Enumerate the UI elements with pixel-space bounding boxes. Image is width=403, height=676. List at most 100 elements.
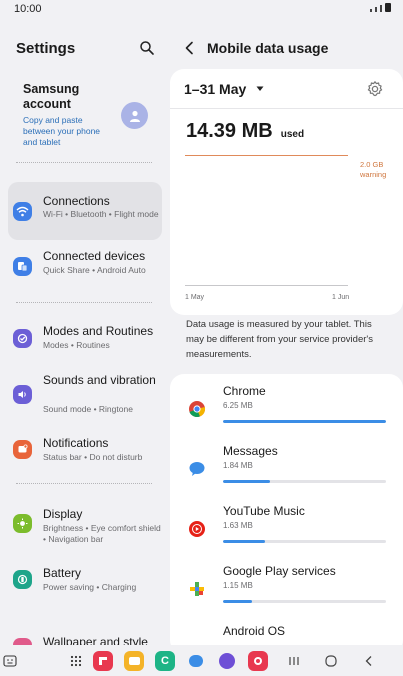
notification-icon <box>13 440 32 459</box>
flipboard-icon[interactable] <box>93 651 113 671</box>
sidebar-item-connected-devices[interactable]: Connected devices Quick Share • Android … <box>8 240 162 298</box>
sidebar-item-modes-routines[interactable]: Modes and Routines Modes • Routines <box>8 314 162 372</box>
app-usage-row[interactable]: YouTube Music 1.63 MB <box>186 504 391 562</box>
sidebar-item-subtitle: Wi-Fi • Bluetooth • Flight mode <box>43 209 159 219</box>
sidebar-item-notifications[interactable]: Notifications Status bar • Do not distur… <box>8 430 162 488</box>
person-icon <box>129 110 140 122</box>
usage-chart-axis <box>185 285 348 286</box>
sidebar-item-label: Sounds and vibration <box>43 373 156 387</box>
internet-app-icon[interactable] <box>217 651 237 671</box>
routines-icon <box>13 329 32 348</box>
android-os-icon <box>186 638 208 645</box>
sidebar-item-subtitle: Quick Share • Android Auto <box>43 265 146 275</box>
apps-grid-icon[interactable] <box>66 651 86 671</box>
app-name: Google Play services <box>223 564 336 578</box>
sidebar-item-wallpaper[interactable]: Wallpaper and style <box>8 630 162 645</box>
divider <box>16 162 152 163</box>
avatar[interactable] <box>121 102 148 129</box>
account-name: Samsung account <box>23 82 80 111</box>
back-button-icon[interactable] <box>359 651 379 671</box>
axis-start-label: 1 May <box>185 294 205 301</box>
sidebar-item-subtitle: Brightness • Eye comfort shield • Naviga… <box>43 523 161 544</box>
chrome-icon <box>186 398 208 420</box>
warning-label: 2.0 GB warning <box>360 160 386 180</box>
play-services-icon <box>186 578 208 600</box>
divider <box>170 108 403 109</box>
back-arrow-icon[interactable] <box>184 41 196 55</box>
sidebar-item-subtitle: Status bar • Do not disturb <box>43 452 143 462</box>
mobile-data-usage-pane: Mobile data usage 1–31 May 14.39 MB used… <box>168 18 403 645</box>
clock: 10:00 <box>14 3 42 15</box>
sidebar-item-subtitle: Power saving • Charging <box>43 582 137 592</box>
usage-bar-fill <box>223 420 386 423</box>
usage-bar <box>223 540 386 543</box>
usage-bar <box>223 480 386 483</box>
app-name: YouTube Music <box>223 504 305 518</box>
devices-icon <box>13 257 32 276</box>
wifi-icon <box>13 202 32 221</box>
settings-title: Settings <box>16 40 76 57</box>
usage-label: used <box>280 129 305 140</box>
app-name: Android OS <box>223 624 286 638</box>
signal-icon <box>370 3 391 12</box>
folder-icon[interactable] <box>124 651 144 671</box>
usage-bar-fill <box>223 480 271 483</box>
app-usage-row[interactable]: Chrome 6.25 MB <box>186 384 391 442</box>
sidebar-item-battery[interactable]: Battery Power saving • Charging <box>8 560 162 618</box>
usage-bar-fill <box>223 600 253 603</box>
sidebar-item-label: Display <box>43 507 83 521</box>
usage-total: 14.39 MB used <box>186 120 304 143</box>
search-icon[interactable] <box>139 40 155 56</box>
wallpaper-icon <box>13 638 32 645</box>
account-subtitle: Copy and paste between your phone and ta… <box>23 115 101 147</box>
app-usage-row[interactable]: Messages 1.84 MB <box>186 444 391 502</box>
status-bar: 10:00 <box>0 0 403 18</box>
phone-app-icon[interactable]: C <box>155 651 175 671</box>
battery-status-icon <box>385 3 391 12</box>
home-button-icon[interactable] <box>321 651 341 671</box>
sidebar-item-label: Modes and Routines <box>43 324 154 338</box>
sidebar-item-subtitle: Modes • Routines <box>43 340 110 350</box>
navigation-bar: C <box>0 645 403 676</box>
display-icon <box>13 514 32 533</box>
usage-bar <box>223 420 386 423</box>
keyboard-icon[interactable] <box>0 651 20 671</box>
usage-bar-fill <box>223 540 266 543</box>
youtube-music-icon <box>186 518 208 540</box>
app-name: Chrome <box>223 384 266 398</box>
warning-text: warning <box>360 170 387 179</box>
messages-app-icon[interactable] <box>186 651 206 671</box>
divider <box>16 302 152 303</box>
usage-bar <box>223 600 386 603</box>
app-usage-size: 6.25 MB <box>223 401 253 410</box>
sidebar-item-label: Connections <box>43 194 110 208</box>
app-usage-size: 1.84 MB <box>223 461 253 470</box>
sidebar-item-sounds-vibration[interactable]: Sounds and vibration Sound mode • Ringto… <box>8 368 162 426</box>
sidebar-item-display[interactable]: Display Brightness • Eye comfort shield … <box>8 502 162 560</box>
sidebar-item-label: Connected devices <box>43 249 146 263</box>
usage-amount: 14.39 MB <box>186 120 273 142</box>
sidebar-item-connections[interactable]: Connections Wi-Fi • Bluetooth • Flight m… <box>8 182 162 240</box>
app-usage-row[interactable]: Google Play services 1.15 MB <box>186 564 391 622</box>
messages-icon <box>186 458 208 480</box>
warning-value: 2.0 GB <box>360 160 384 169</box>
warning-limit-line <box>185 155 348 156</box>
divider <box>16 483 152 484</box>
sidebar-item-label: Battery <box>43 566 82 580</box>
usage-note: Data usage is measured by your tablet. T… <box>186 319 373 360</box>
dropdown-arrow-icon <box>256 86 264 91</box>
recents-button-icon[interactable] <box>284 651 304 671</box>
app-usage-size: 1.15 MB <box>223 581 253 590</box>
app-usage-row[interactable]: Android OS <box>186 624 391 645</box>
sidebar-item-label: Notifications <box>43 436 109 450</box>
sidebar-item-subtitle: Sound mode • Ringtone <box>43 404 133 414</box>
gear-icon[interactable] <box>366 80 384 98</box>
period-selector[interactable]: 1–31 May <box>184 81 264 97</box>
period-label: 1–31 May <box>184 81 247 97</box>
app-usage-size: 1.63 MB <box>223 521 253 530</box>
page-title: Mobile data usage <box>207 40 329 56</box>
sidebar-item-label: Wallpaper and style <box>43 635 148 645</box>
youtube-music-dock-icon[interactable] <box>248 651 268 671</box>
app-name: Messages <box>223 444 278 458</box>
axis-end-label: 1 Jun <box>332 294 350 301</box>
